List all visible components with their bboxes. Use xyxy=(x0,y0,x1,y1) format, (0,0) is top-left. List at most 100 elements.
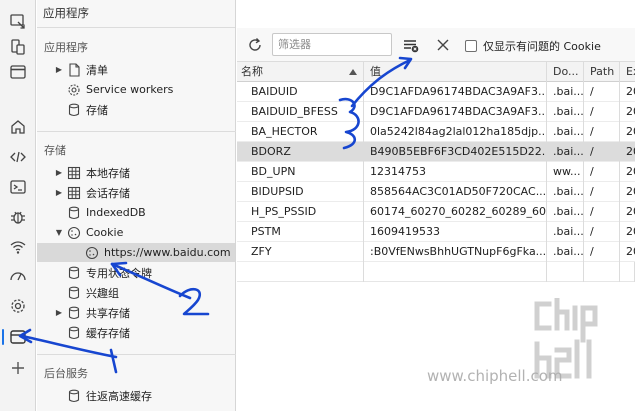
sidebar-item-label: 存储 xyxy=(86,103,108,117)
cookie-value: 60174_60270_60282_60289_60... xyxy=(364,202,547,222)
only-issues-label: 仅显示有问题的 Cookie xyxy=(483,40,601,53)
devtools-window: 应用程序 应用程序 ▶ 清单 Service workers 存储 存储 ▶ 本… xyxy=(0,0,635,411)
clear-filtered-cookies-icon[interactable] xyxy=(401,35,421,55)
sidebar-item-shared-storage[interactable]: ▶ 共享存储 xyxy=(37,303,235,322)
inspect-device-icon[interactable] xyxy=(6,11,30,33)
table-row[interactable]: BAIDUID D9C1AFDA96174BDAC3A9AF3... .bai.… xyxy=(237,82,635,102)
home-icon[interactable] xyxy=(6,116,30,138)
cookie-domain: .bai... xyxy=(547,142,584,162)
window-layout-icon[interactable] xyxy=(6,61,30,83)
sidebar-item-interest-groups[interactable]: 兴趣组 xyxy=(37,283,235,302)
sidebar-item-service-workers[interactable]: Service workers xyxy=(37,80,235,99)
cookie-value: 12314753 xyxy=(364,162,547,182)
expand-arrow-icon[interactable]: ▶ xyxy=(53,168,65,177)
wifi-icon[interactable] xyxy=(6,236,30,258)
delete-cookie-icon[interactable] xyxy=(433,35,453,55)
column-header-domain[interactable]: Do... xyxy=(547,62,584,82)
cookie-value: 1609419533 xyxy=(364,222,547,242)
add-panel-icon[interactable] xyxy=(6,357,30,379)
watermark-url: www.chiphell.com xyxy=(427,367,563,385)
cookie-domain: .bai... xyxy=(547,242,584,262)
elements-code-icon[interactable] xyxy=(6,146,30,168)
sidebar-item-back-forward-cache[interactable]: 往返高速缓存 xyxy=(37,386,235,405)
table-row[interactable]: BD_UPN 12314753 ww... / 20 xyxy=(237,162,635,182)
sort-ascending-icon xyxy=(349,69,357,75)
expand-arrow-icon[interactable]: ▶ xyxy=(53,188,65,197)
table-row[interactable]: PSTM 1609419533 .bai... / 20 xyxy=(237,222,635,242)
sidebar-item-manifest[interactable]: ▶ 清单 xyxy=(37,60,235,79)
expand-arrow-icon[interactable]: ▶ xyxy=(53,308,65,317)
cookie-path: / xyxy=(584,82,620,102)
table-row-selected[interactable]: BDORZ B490B5EBF6F3CD402E515D22... .bai..… xyxy=(237,142,635,162)
sidebar-item-cookie-origin[interactable]: https://www.baidu.com xyxy=(37,243,235,262)
database-icon xyxy=(65,305,83,321)
table-row[interactable]: BA_HECTOR 0la5242l84ag2lal012ha185djp...… xyxy=(237,122,635,142)
bug-icon[interactable] xyxy=(6,206,30,228)
column-header-path[interactable]: Path xyxy=(584,62,620,82)
cookie-name: BAIDUID_BFESS xyxy=(237,102,364,122)
console-icon[interactable] xyxy=(6,176,30,198)
sidebar-item-label: IndexedDB xyxy=(86,206,146,219)
sidebar-item-cache-storage[interactable]: 缓存存储 xyxy=(37,323,235,342)
table-row[interactable]: BAIDUID_BFESS D9C1AFDA96174BDAC3A9AF3...… xyxy=(237,102,635,122)
application-sidebar: 应用程序 应用程序 ▶ 清单 Service workers 存储 存储 ▶ 本… xyxy=(37,0,236,411)
cookie-table: 名称 值 Do... Path Ex BAIDUID D9C1AFDA96174… xyxy=(237,62,635,282)
cookie-domain: .bai... xyxy=(547,182,584,202)
file-icon xyxy=(65,62,83,78)
column-header-expires[interactable]: Ex xyxy=(620,62,635,82)
cookie-value: B490B5EBF6F3CD402E515D22... xyxy=(364,142,547,162)
cookie-expires: 20 xyxy=(626,225,635,238)
sidebar-item-label: 本地存储 xyxy=(86,166,130,180)
cookie-value: 858564AC3C01AD50F720CAC... xyxy=(364,182,547,202)
table-empty-row xyxy=(237,262,635,282)
sidebar-item-cookie[interactable]: ▼ Cookie xyxy=(37,223,235,242)
cookie-value: 0la5242l84ag2lal012ha185djp... xyxy=(364,122,547,142)
cookie-expires: 20 xyxy=(626,245,635,258)
table-row[interactable]: ZFY :B0VfENwsBhhUGTNupF6gFka... .bai... … xyxy=(237,242,635,262)
collapse-arrow-icon[interactable]: ▼ xyxy=(53,228,65,237)
settings-gear-icon[interactable] xyxy=(6,295,30,317)
cookie-name: PSTM xyxy=(237,222,364,242)
grid-icon xyxy=(65,165,83,181)
column-header-name[interactable]: 名称 xyxy=(237,62,364,82)
cookie-expires: 20 xyxy=(626,165,635,178)
cookie-icon xyxy=(65,225,83,241)
column-header-value[interactable]: 值 xyxy=(364,62,547,82)
sidebar-item-label: 往返高速缓存 xyxy=(86,389,152,403)
cookie-path: / xyxy=(584,242,620,262)
cookie-domain: .bai... xyxy=(547,202,584,222)
cookie-expires: 20 xyxy=(626,125,635,138)
cookie-name: ZFY xyxy=(237,242,364,262)
cookie-toolbar: 仅显示有问题的 Cookie xyxy=(237,28,635,62)
cookie-expires: 20 xyxy=(626,205,635,218)
only-issues-checkbox[interactable] xyxy=(465,40,477,52)
expand-arrow-icon[interactable]: ▶ xyxy=(53,65,65,74)
cookie-expires: 20 xyxy=(626,185,635,198)
refresh-icon[interactable] xyxy=(245,35,265,55)
sidebar-item-storage[interactable]: 存储 xyxy=(37,100,235,119)
section-divider xyxy=(37,131,236,132)
activity-bar xyxy=(0,0,36,411)
section-title-application: 应用程序 xyxy=(44,41,88,54)
cookie-name: BDORZ xyxy=(237,142,364,162)
sidebar-item-private-state-tokens[interactable]: 专用状态令牌 xyxy=(37,263,235,282)
cookie-name: BAIDUID xyxy=(237,82,364,102)
table-row[interactable]: BIDUPSID 858564AC3C01AD50F720CAC... .bai… xyxy=(237,182,635,202)
section-divider xyxy=(37,354,236,355)
table-row[interactable]: H_PS_PSSID 60174_60270_60282_60289_60...… xyxy=(237,202,635,222)
database-icon xyxy=(65,325,83,341)
device-emulation-icon[interactable] xyxy=(6,36,30,58)
database-icon xyxy=(65,285,83,301)
filter-input[interactable] xyxy=(272,33,392,56)
application-panel-icon[interactable] xyxy=(2,326,30,348)
cookie-domain: .bai... xyxy=(547,222,584,242)
only-issues-filter[interactable]: 仅显示有问题的 Cookie xyxy=(465,38,601,54)
cookie-domain: ww... xyxy=(547,162,584,182)
sidebar-item-label: 共享存储 xyxy=(86,306,130,320)
cookie-path: / xyxy=(584,202,620,222)
cookie-expires: 20 xyxy=(626,145,635,158)
sidebar-item-indexeddb[interactable]: IndexedDB xyxy=(37,203,235,222)
sidebar-item-local-storage[interactable]: ▶ 本地存储 xyxy=(37,163,235,182)
sidebar-item-session-storage[interactable]: ▶ 会话存储 xyxy=(37,183,235,202)
performance-icon[interactable] xyxy=(6,265,30,287)
